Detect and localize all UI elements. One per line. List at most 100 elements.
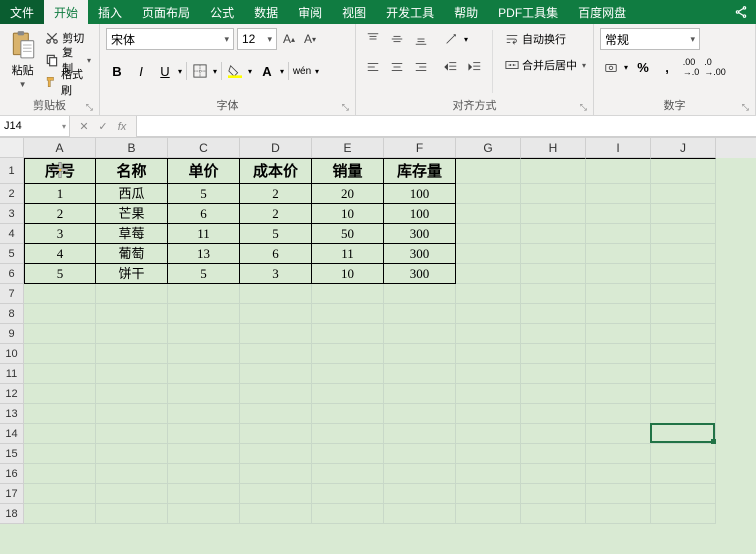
cell[interactable] <box>240 464 312 484</box>
merge-center-button[interactable]: 合并后居中▾ <box>505 54 586 76</box>
row-header[interactable]: 5 <box>0 244 24 264</box>
cell[interactable] <box>240 484 312 504</box>
menu-tab[interactable]: 数据 <box>244 0 288 24</box>
cell[interactable] <box>586 224 651 244</box>
column-header[interactable]: I <box>586 138 651 158</box>
cell[interactable] <box>651 344 716 364</box>
row-header[interactable]: 3 <box>0 204 24 224</box>
cell[interactable]: 芒果 <box>96 204 168 224</box>
column-header[interactable]: H <box>521 138 586 158</box>
increase-decimal-icon[interactable]: .00→.0 <box>680 56 702 78</box>
cell[interactable] <box>240 364 312 384</box>
cell[interactable] <box>521 224 586 244</box>
cell[interactable] <box>96 464 168 484</box>
cell[interactable] <box>586 204 651 224</box>
cell[interactable]: 2 <box>240 204 312 224</box>
cell[interactable] <box>24 464 96 484</box>
cell[interactable] <box>456 284 521 304</box>
cell[interactable] <box>586 504 651 524</box>
font-name-combo[interactable]: 宋体▾ <box>106 28 234 50</box>
cell[interactable] <box>586 424 651 444</box>
cell[interactable] <box>240 324 312 344</box>
cell[interactable] <box>312 304 384 324</box>
cell[interactable] <box>521 284 586 304</box>
cell[interactable] <box>384 444 456 464</box>
number-format-combo[interactable]: 常规▾ <box>600 28 700 50</box>
cell[interactable] <box>384 284 456 304</box>
cell[interactable] <box>24 404 96 424</box>
cell[interactable] <box>651 204 716 224</box>
cell[interactable] <box>586 244 651 264</box>
cell[interactable] <box>521 504 586 524</box>
cell[interactable] <box>24 324 96 344</box>
cell[interactable] <box>456 344 521 364</box>
name-box[interactable]: J14▾ <box>0 116 70 137</box>
column-header[interactable]: B <box>96 138 168 158</box>
cell[interactable] <box>586 158 651 184</box>
cell[interactable] <box>651 224 716 244</box>
cell[interactable] <box>384 324 456 344</box>
cell[interactable] <box>168 384 240 404</box>
cell[interactable] <box>384 484 456 504</box>
cell[interactable] <box>96 364 168 384</box>
cell[interactable] <box>96 324 168 344</box>
cell[interactable] <box>168 504 240 524</box>
confirm-formula-icon[interactable]: ✓ <box>95 120 111 133</box>
cell[interactable] <box>456 504 521 524</box>
column-header[interactable]: D <box>240 138 312 158</box>
cell[interactable] <box>521 158 586 184</box>
cell[interactable] <box>521 464 586 484</box>
cell[interactable] <box>24 504 96 524</box>
cell[interactable] <box>456 384 521 404</box>
spreadsheet-grid[interactable]: ABCDEFGHIJ 1序号名称单价成本价销量库存量21西瓜522010032芒… <box>0 138 756 524</box>
cell[interactable]: 10 <box>312 204 384 224</box>
row-header[interactable]: 10 <box>0 344 24 364</box>
cell[interactable] <box>384 344 456 364</box>
cell[interactable] <box>96 344 168 364</box>
cell[interactable] <box>96 444 168 464</box>
chevron-down-icon[interactable]: ▾ <box>176 67 184 76</box>
cell[interactable] <box>586 364 651 384</box>
row-header[interactable]: 18 <box>0 504 24 524</box>
cell[interactable] <box>651 404 716 424</box>
wrap-text-button[interactable]: 自动换行 <box>505 28 586 50</box>
cell[interactable] <box>312 464 384 484</box>
cell[interactable] <box>312 344 384 364</box>
increase-indent-icon[interactable] <box>464 56 486 78</box>
cell[interactable] <box>651 424 716 444</box>
cell[interactable] <box>312 424 384 444</box>
row-header[interactable]: 14 <box>0 424 24 444</box>
cell[interactable] <box>312 484 384 504</box>
cell[interactable] <box>651 244 716 264</box>
align-bottom-icon[interactable] <box>410 28 432 50</box>
cell[interactable]: 库存量 <box>384 158 456 184</box>
cell[interactable] <box>651 444 716 464</box>
cell[interactable] <box>521 444 586 464</box>
menu-tab[interactable]: 视图 <box>332 0 376 24</box>
cell[interactable] <box>312 404 384 424</box>
cell[interactable] <box>96 384 168 404</box>
cell[interactable]: 5 <box>240 224 312 244</box>
dialog-launcher-icon[interactable]: ⤡ <box>86 102 93 113</box>
cell[interactable] <box>651 364 716 384</box>
menu-tab[interactable]: 插入 <box>88 0 132 24</box>
menu-tab[interactable]: 开始 <box>44 0 88 24</box>
cell[interactable] <box>240 344 312 364</box>
cell[interactable] <box>384 424 456 444</box>
cell[interactable] <box>586 344 651 364</box>
cell[interactable] <box>586 264 651 284</box>
row-header[interactable]: 1 <box>0 158 24 184</box>
cell[interactable] <box>384 364 456 384</box>
cell[interactable]: 成本价 <box>240 158 312 184</box>
share-icon[interactable] <box>726 0 756 24</box>
align-center-icon[interactable] <box>386 56 408 78</box>
cell[interactable]: 300 <box>384 264 456 284</box>
cell[interactable]: 西瓜 <box>96 184 168 204</box>
format-painter-button[interactable]: 格式刷 <box>43 72 93 92</box>
row-header[interactable]: 11 <box>0 364 24 384</box>
cell[interactable]: 20 <box>312 184 384 204</box>
cell[interactable] <box>586 324 651 344</box>
cell[interactable] <box>651 284 716 304</box>
cell[interactable]: 5 <box>24 264 96 284</box>
cell[interactable] <box>456 464 521 484</box>
